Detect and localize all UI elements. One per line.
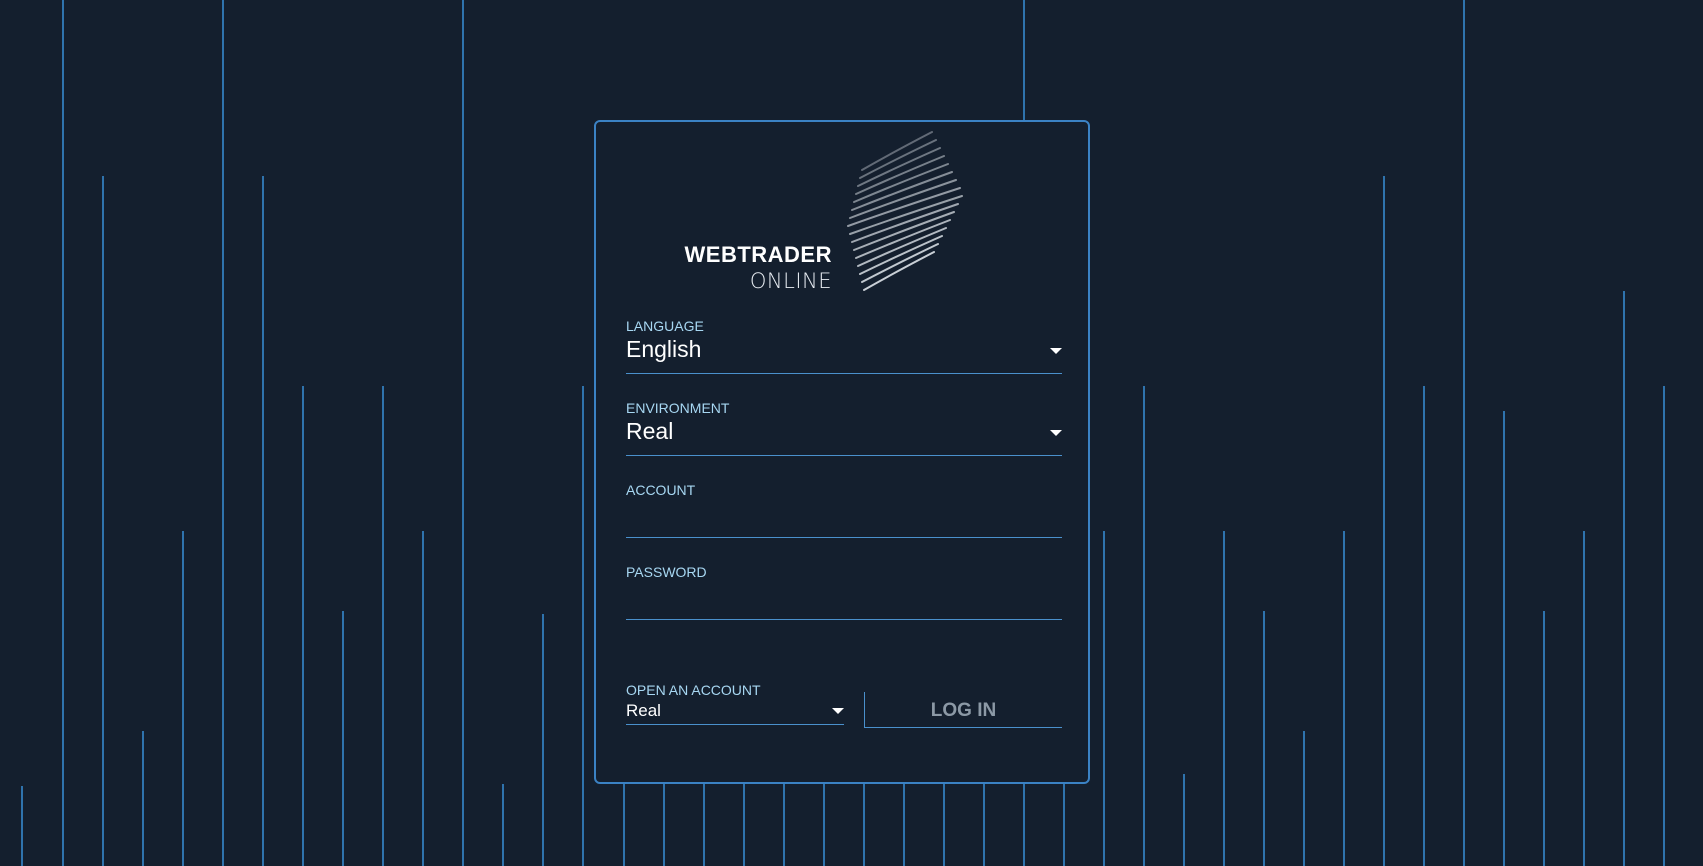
- background-line: [382, 386, 384, 866]
- background-line: [1623, 291, 1625, 866]
- open-account-underline: [626, 724, 844, 725]
- password-underline: [626, 619, 1062, 620]
- background-line: [1143, 386, 1145, 866]
- background-line: [823, 784, 825, 866]
- logo-subtitle: ONLINE: [749, 269, 832, 293]
- language-select[interactable]: LANGUAGE English: [626, 318, 1062, 376]
- background-line: [703, 784, 705, 866]
- background-line: [302, 386, 304, 866]
- background-line: [1663, 386, 1665, 866]
- background-line: [62, 0, 64, 866]
- background-line: [1583, 531, 1585, 866]
- account-label: ACCOUNT: [626, 482, 696, 498]
- chevron-down-icon: [1050, 430, 1062, 436]
- background-line: [502, 784, 504, 866]
- background-line: [262, 176, 264, 866]
- account-field[interactable]: ACCOUNT: [626, 482, 1062, 540]
- background-line: [222, 0, 224, 866]
- background-line: [743, 784, 745, 866]
- background-line: [21, 786, 23, 866]
- login-card: WEBTRADER ONLINE LANGUAGE English ENVIRO…: [594, 120, 1090, 784]
- login-button[interactable]: LOG IN: [864, 692, 1062, 728]
- background-line: [783, 784, 785, 866]
- background-line: [542, 614, 544, 866]
- background-line: [462, 0, 464, 866]
- account-underline: [626, 537, 1062, 538]
- language-value: English: [626, 336, 702, 362]
- logo-title: WEBTRADER: [684, 242, 832, 267]
- environment-select[interactable]: ENVIRONMENT Real: [626, 400, 1062, 458]
- background-line: [1223, 531, 1225, 866]
- password-label: PASSWORD: [626, 564, 707, 580]
- background-line: [1463, 0, 1465, 866]
- open-account-label: OPEN AN ACCOUNT: [626, 682, 761, 698]
- environment-underline: [626, 455, 1062, 456]
- background-line: [1303, 731, 1305, 866]
- background-line: [1383, 176, 1385, 866]
- background-line: [1343, 531, 1345, 866]
- background-line: [422, 531, 424, 866]
- background-line: [1183, 774, 1185, 866]
- language-underline: [626, 373, 1062, 374]
- background-line: [1263, 611, 1265, 866]
- background-line: [342, 611, 344, 866]
- background-line: [1103, 531, 1105, 866]
- background-line: [663, 784, 665, 866]
- background-line: [142, 731, 144, 866]
- language-label: LANGUAGE: [626, 318, 704, 334]
- background-line: [182, 531, 184, 866]
- environment-value: Real: [626, 418, 674, 444]
- password-field[interactable]: PASSWORD: [626, 564, 1062, 622]
- chevron-down-icon: [832, 708, 844, 714]
- background-line: [863, 784, 865, 866]
- background-line: [1423, 386, 1425, 866]
- chevron-down-icon: [1050, 348, 1062, 354]
- environment-label: ENVIRONMENT: [626, 400, 730, 416]
- open-account-value: Real: [626, 701, 661, 720]
- background-line: [903, 784, 905, 866]
- password-input[interactable]: [626, 584, 1062, 612]
- webtrader-logo: WEBTRADER ONLINE: [676, 130, 996, 295]
- background-line: [983, 784, 985, 866]
- background-line: [943, 784, 945, 866]
- globe-logo-icon: [847, 131, 963, 291]
- background-line: [1063, 784, 1065, 866]
- background-line: [102, 176, 104, 866]
- background-line: [582, 386, 584, 866]
- background-line: [1503, 411, 1505, 866]
- open-account-select[interactable]: OPEN AN ACCOUNT Real: [626, 682, 844, 742]
- background-line: [623, 784, 625, 866]
- account-input[interactable]: [626, 502, 1062, 530]
- background-line: [1543, 611, 1545, 866]
